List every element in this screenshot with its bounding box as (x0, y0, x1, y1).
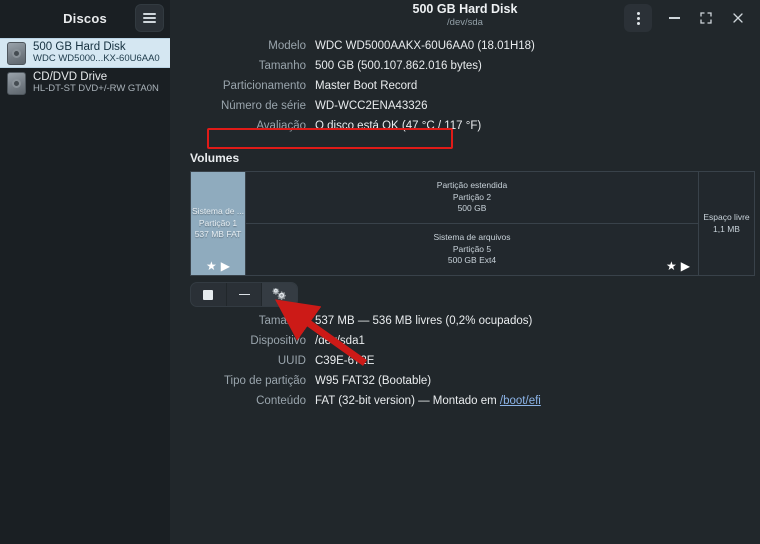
volume-properties: Tamanho 537 MB — 536 MB livres (0,2% ocu… (170, 315, 760, 415)
property-value: C39E-672E (315, 355, 375, 367)
property-row-tipo-de-particao: Tipo de partição W95 FAT32 (Bootable) (170, 375, 760, 395)
optical-drive-icon (7, 71, 26, 95)
property-row-dispositivo: Dispositivo /dev/sda1 (170, 335, 760, 355)
property-value: Master Boot Record (315, 80, 418, 92)
sidebar-header: Discos (0, 0, 170, 36)
delete-partition-button[interactable] (227, 283, 263, 306)
drive-properties: Modelo WDC WD5000AAKX-60U6AA0 (18.01H18)… (170, 40, 760, 140)
disk-model: HL-DT-ST DVD+/-RW GTA0N (33, 83, 159, 95)
property-value: WD-WCC2ENA43326 (315, 100, 428, 112)
property-label: UUID (277, 355, 306, 367)
volume-line-1: Sistema de ... (192, 206, 244, 217)
kebab-menu-icon[interactable] (624, 4, 652, 32)
volume-grid: Sistema de ... Partição 1 537 MB FAT ★ ▶… (190, 171, 755, 276)
volume-line-2: Partição 2 (452, 191, 492, 202)
disk-model: WDC WD5000...KX-60U6AA0 (33, 53, 160, 65)
main-panel: 500 GB Hard Disk /dev/sda Modelo WDC WD5… (170, 0, 760, 544)
mount-point-link[interactable]: /boot/efi (500, 395, 541, 407)
property-value: /dev/sda1 (315, 335, 365, 347)
property-label: Número de série (220, 100, 306, 112)
window-controls (624, 4, 752, 32)
disks-application-window: Discos 500 GB Hard Disk WDC WD5000...KX-… (0, 0, 760, 544)
volume-line-2: 1,1 MB (713, 223, 740, 234)
volume-badges: ★ ▶ (206, 260, 230, 272)
property-label: Modelo (268, 40, 306, 52)
property-value: 537 MB — 536 MB livres (0,2% ocupados) (315, 315, 533, 327)
property-value: WDC WD5000AAKX-60U6AA0 (18.01H18) (315, 40, 535, 52)
volume-line-3: 500 GB Ext4 (447, 255, 497, 266)
volume-line-2: Partição 1 (198, 217, 238, 228)
volume-line-3: 500 GB (457, 203, 487, 214)
volume-middle-column: Partição estendida Partição 2 500 GB Sis… (246, 172, 699, 275)
property-label: Dispositivo (250, 335, 306, 347)
volume-partition-5[interactable]: Sistema de arquivos Partição 5 500 GB Ex… (246, 224, 698, 275)
volume-line-2: Partição 5 (452, 243, 492, 254)
property-row-particionamento: Particionamento Master Boot Record (170, 80, 760, 100)
hard-disk-icon (7, 41, 26, 65)
property-row-tamanho: Tamanho 500 GB (500.107.862.016 bytes) (170, 60, 760, 80)
disk-list: 500 GB Hard Disk WDC WD5000...KX-60U6AA0… (0, 36, 170, 98)
property-label: Avaliação (256, 120, 306, 132)
property-label: Tamanho (258, 315, 306, 327)
property-row-conteudo: Conteúdo FAT (32-bit version) — Montado … (170, 395, 760, 415)
property-label: Conteúdo (256, 395, 306, 407)
property-value: W95 FAT32 (Bootable) (315, 375, 432, 387)
sidebar-item-hard-disk[interactable]: 500 GB Hard Disk WDC WD5000...KX-60U6AA0 (0, 38, 170, 68)
partition-options-gear-icon[interactable] (262, 283, 297, 306)
property-label: Particionamento (222, 80, 306, 92)
volume-badges: ★ ▶ (666, 260, 690, 272)
property-value[interactable]: O disco está OK (47 °C / 117 °F) (315, 120, 481, 132)
volume-line-1: Partição estendida (436, 179, 508, 190)
titlebar: 500 GB Hard Disk /dev/sda (170, 0, 760, 36)
minimize-icon[interactable] (660, 4, 688, 32)
sidebar: Discos 500 GB Hard Disk WDC WD5000...KX-… (0, 0, 170, 544)
sidebar-title: Discos (63, 10, 107, 26)
volume-line-1: Espaço livre (703, 211, 750, 222)
volume-toolbar (190, 282, 298, 307)
property-label: Tamanho (258, 60, 306, 72)
maximize-icon[interactable] (692, 4, 720, 32)
property-row-tamanho: Tamanho 537 MB — 536 MB livres (0,2% ocu… (170, 315, 760, 335)
volume-extended-partition[interactable]: Partição estendida Partição 2 500 GB (246, 172, 698, 224)
volumes-section: Sistema de ... Partição 1 537 MB FAT ★ ▶… (170, 171, 760, 307)
volume-free-space[interactable]: Espaço livre 1,1 MB (699, 172, 754, 275)
content-text: FAT (32-bit version) — Montado em (315, 395, 500, 407)
hamburger-menu-icon[interactable] (135, 4, 164, 32)
sidebar-item-cd-dvd-drive[interactable]: CD/DVD Drive HL-DT-ST DVD+/-RW GTA0N (0, 68, 170, 98)
unmount-volume-button[interactable] (191, 283, 227, 306)
volume-partition-1[interactable]: Sistema de ... Partição 1 537 MB FAT ★ ▶ (191, 172, 246, 275)
close-icon[interactable] (724, 4, 752, 32)
star-icon: ★ (206, 259, 217, 273)
play-icon: ▶ (680, 259, 690, 273)
property-row-uuid: UUID C39E-672E (170, 355, 760, 375)
property-row-avaliacao: Avaliação O disco está OK (47 °C / 117 °… (170, 120, 760, 140)
property-row-numero-de-serie: Número de série WD-WCC2ENA43326 (170, 100, 760, 120)
volume-line-3: 537 MB FAT (194, 229, 242, 240)
play-icon: ▶ (220, 259, 230, 273)
volume-line-1: Sistema de arquivos (433, 231, 511, 242)
property-label: Tipo de partição (223, 375, 306, 387)
star-icon: ★ (666, 259, 677, 273)
property-row-modelo: Modelo WDC WD5000AAKX-60U6AA0 (18.01H18) (170, 40, 760, 60)
property-value: FAT (32-bit version) — Montado em /boot/… (315, 395, 541, 407)
property-value: 500 GB (500.107.862.016 bytes) (315, 60, 482, 72)
volumes-heading: Volumes (190, 151, 240, 165)
